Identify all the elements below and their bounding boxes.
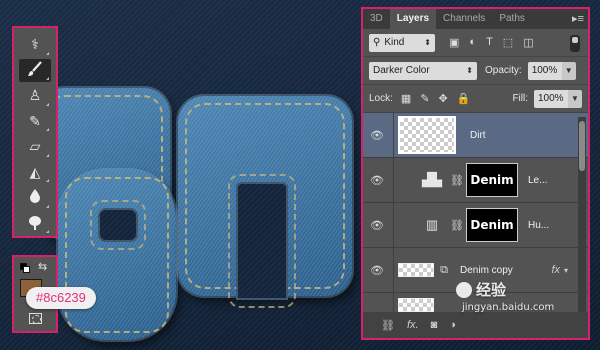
layer-name: Le... — [528, 174, 548, 186]
paint-bucket-icon: ◭ — [29, 163, 41, 180]
layer-thumbnail — [398, 297, 434, 312]
denim-letter-e — [58, 170, 176, 340]
denim-letter-e-hole — [90, 200, 146, 250]
watermark-url: jingyan.baidu.com — [462, 302, 555, 313]
blend-mode-value: Darker Color — [373, 65, 430, 76]
layer-row-dirt[interactable]: 👁 Dirt — [363, 112, 588, 158]
layer-mask-thumbnail: Denim — [466, 163, 518, 197]
dodge-icon — [26, 213, 44, 234]
type-filter-icon[interactable]: T — [486, 36, 493, 49]
blend-mode-select[interactable]: Darker Color ⬍ — [369, 61, 477, 80]
eraser-tool[interactable]: ▱ — [19, 135, 51, 159]
eraser-icon: ▱ — [29, 138, 41, 155]
layer-effects-icon[interactable]: fx — [551, 264, 560, 276]
clone-stamp-tool[interactable]: ♙ — [19, 84, 51, 108]
layers-scrollbar[interactable] — [578, 117, 586, 315]
levels-icon: ▟▙ — [422, 172, 442, 187]
dodge-tool[interactable] — [19, 212, 51, 236]
updown-icon: ⬍ — [424, 38, 431, 47]
hue-saturation-icon: ▥ — [425, 217, 439, 232]
blur-icon — [26, 187, 44, 208]
watermark: 经验 jingyan.baidu.com — [456, 279, 554, 313]
layers-footer: ⛓ fx. ◙ ◑ — [363, 312, 588, 338]
denim-letter-n-hole — [228, 174, 296, 308]
quick-mask-icon[interactable] — [29, 313, 42, 324]
panel-menu-icon[interactable]: ▸≡ — [572, 12, 584, 25]
fill-label: Fill: — [512, 93, 528, 104]
blur-tool[interactable] — [19, 186, 51, 210]
updown-icon: ⬍ — [466, 66, 473, 75]
fill-dropdown-arrow[interactable]: ▼ — [568, 89, 582, 108]
adjustment-filter-icon[interactable]: ◐ — [469, 36, 476, 49]
visibility-eye-icon[interactable]: 👁 — [369, 264, 385, 277]
history-brush-tool[interactable]: ✎ — [19, 110, 51, 134]
filter-toggle[interactable] — [570, 35, 580, 52]
opacity-dropdown-arrow[interactable]: ▼ — [561, 61, 576, 80]
add-style-icon[interactable]: fx. — [407, 319, 419, 331]
filter-row: ⚲ Kind ⬍ ▣ ◐ T ⬚ ◫ — [363, 29, 588, 57]
fill-input[interactable]: 100% — [534, 89, 568, 108]
tab-layers[interactable]: Layers — [389, 9, 437, 29]
scroll-thumb[interactable] — [579, 121, 585, 171]
link-chain-icon: ⛓ — [450, 174, 464, 187]
visibility-eye-icon[interactable]: 👁 — [369, 129, 385, 142]
lock-icons: ▦ ✎ ✥ 🔒 — [401, 92, 471, 105]
layer-name: Hu... — [528, 219, 550, 231]
filter-icons: ▣ ◐ T ⬚ ◫ — [449, 36, 534, 49]
clone-stamp-icon: ♙ — [28, 87, 42, 104]
effects-expand-icon[interactable]: ▾ — [564, 266, 568, 275]
layer-name: Denim copy — [460, 264, 513, 276]
watermark-text: 经验 — [476, 281, 507, 299]
foreground-hex-label: #8c6239 — [26, 287, 96, 309]
new-adjustment-icon[interactable]: ◑ — [449, 319, 456, 331]
lock-label: Lock: — [369, 93, 393, 104]
brush-tool[interactable] — [19, 58, 51, 82]
swap-colors-icon[interactable]: ⇆ — [38, 260, 47, 273]
opacity-input[interactable]: 100% — [527, 61, 562, 80]
brush-icon — [26, 60, 44, 81]
lock-position-icon[interactable]: ✥ — [439, 92, 448, 105]
add-mask-icon[interactable]: ◙ — [431, 319, 438, 331]
layer-mask-thumbnail: Denim — [466, 208, 518, 242]
layer-thumbnail — [398, 263, 434, 277]
paint-bucket-tool[interactable]: ◭ — [19, 161, 51, 185]
tools-panel: ⚕ ♙ ✎ ▱ ◭ — [12, 26, 58, 238]
lock-row: Lock: ▦ ✎ ✥ 🔒 Fill: 100% ▼ — [363, 85, 588, 113]
filter-kind-label: Kind — [384, 37, 405, 48]
pixel-filter-icon[interactable]: ▣ — [449, 36, 459, 49]
layer-row-levels[interactable]: 👁 ▟▙ ⛓ Denim Le... — [363, 157, 588, 203]
lock-paint-icon[interactable]: ✎ — [420, 92, 429, 105]
tab-paths[interactable]: Paths — [492, 9, 532, 29]
panel-tab-bar: 3D Layers Channels Paths ▸≡ — [363, 9, 588, 29]
link-layers-icon[interactable]: ⛓ — [381, 319, 395, 332]
smart-object-filter-icon[interactable]: ◫ — [523, 36, 533, 49]
blend-row: Darker Color ⬍ Opacity: 100% ▼ — [363, 57, 588, 85]
layer-name: Dirt — [470, 129, 486, 141]
link-chain-icon: ⛓ — [450, 219, 464, 232]
lock-all-icon[interactable]: 🔒 — [457, 92, 471, 105]
baidu-paw-icon — [456, 281, 472, 298]
search-icon: ⚲ — [373, 37, 381, 48]
spot-healing-brush-icon: ⚕ — [31, 36, 39, 53]
shape-filter-icon[interactable]: ⬚ — [503, 36, 513, 49]
history-brush-icon: ✎ — [29, 112, 41, 129]
visibility-eye-icon[interactable]: 👁 — [369, 174, 385, 187]
tab-channels[interactable]: Channels — [436, 9, 492, 29]
layer-row-hue-saturation[interactable]: 👁 ▥ ⛓ Denim Hu... — [363, 202, 588, 248]
tab-3d[interactable]: 3D — [363, 9, 390, 29]
smart-object-icon: ⧉ — [440, 263, 448, 276]
layer-thumbnail — [398, 116, 456, 154]
spot-healing-brush-tool[interactable]: ⚕ — [19, 33, 51, 57]
filter-kind-select[interactable]: ⚲ Kind ⬍ — [369, 33, 435, 52]
default-colors-icon[interactable] — [20, 263, 30, 273]
lock-transparency-icon[interactable]: ▦ — [401, 92, 411, 105]
visibility-eye-icon[interactable]: 👁 — [369, 219, 385, 232]
opacity-label: Opacity: — [485, 65, 522, 76]
